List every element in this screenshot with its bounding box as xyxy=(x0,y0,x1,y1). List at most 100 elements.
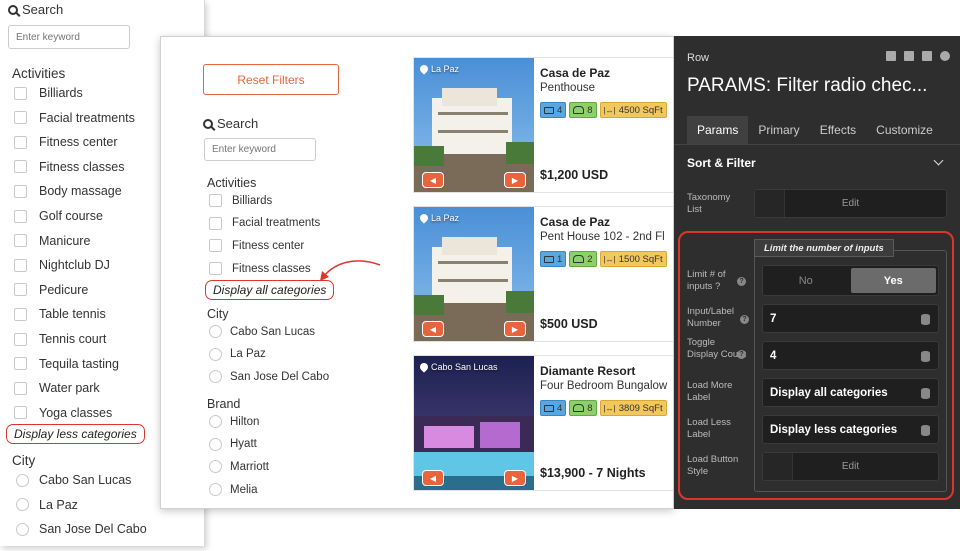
brand-option[interactable]: Marriott xyxy=(209,460,269,474)
city-option[interactable]: Cabo San Lucas xyxy=(16,473,131,487)
sort-filter-section[interactable]: Sort & Filter xyxy=(687,156,756,170)
checkbox[interactable] xyxy=(14,406,27,420)
drag-handle[interactable] xyxy=(763,453,793,480)
duplicate-icon[interactable] xyxy=(904,51,914,61)
checkbox[interactable] xyxy=(14,381,27,395)
checkbox[interactable] xyxy=(14,184,27,198)
keyword-input[interactable] xyxy=(204,138,316,161)
radio-button[interactable] xyxy=(209,460,222,474)
checkbox[interactable] xyxy=(14,234,27,248)
brand-option[interactable]: Hyatt xyxy=(209,437,257,451)
keyword-input[interactable] xyxy=(8,25,130,49)
radio-button[interactable] xyxy=(16,522,29,536)
activity-option[interactable]: Manicure xyxy=(14,234,90,248)
activity-option[interactable]: Billiards xyxy=(14,86,83,100)
checkbox[interactable] xyxy=(14,209,27,223)
activity-option[interactable]: Water park xyxy=(14,381,100,395)
checkbox[interactable] xyxy=(14,135,27,149)
next-photo-button[interactable]: ▶ xyxy=(504,321,526,337)
activity-option[interactable]: Yoga classes xyxy=(14,406,112,420)
limit-yes-option[interactable]: Yes xyxy=(850,268,936,293)
city-option[interactable]: La Paz xyxy=(16,498,78,512)
activity-option[interactable]: Nightclub DJ xyxy=(14,258,110,272)
move-icon[interactable] xyxy=(886,51,896,61)
activity-option[interactable]: Table tennis xyxy=(14,307,106,321)
database-icon[interactable] xyxy=(921,425,930,436)
help-icon[interactable]: ? xyxy=(737,350,746,359)
city-option[interactable]: San Jose Del Cabo xyxy=(16,522,147,536)
checkbox[interactable] xyxy=(14,283,27,297)
checkbox[interactable] xyxy=(209,194,222,207)
radio-button[interactable] xyxy=(209,370,222,384)
display-less-categories-link[interactable]: Display less categories xyxy=(6,424,145,444)
activity-option[interactable]: Facial treatments xyxy=(14,111,135,125)
listing-title[interactable]: Diamante Resort xyxy=(540,364,635,378)
limit-no-option[interactable]: No xyxy=(763,266,849,295)
checkbox[interactable] xyxy=(14,258,27,272)
activity-option[interactable]: Tequila tasting xyxy=(14,357,119,371)
load-more-field[interactable]: Display all categories xyxy=(762,378,939,407)
tab-effects[interactable]: Effects xyxy=(810,116,866,144)
input-number-field[interactable]: 7 xyxy=(762,304,939,333)
city-option[interactable]: La Paz xyxy=(209,347,266,361)
prev-photo-button[interactable]: ◀ xyxy=(422,470,444,486)
tab-params[interactable]: Params xyxy=(687,116,749,144)
activity-option[interactable]: Pedicure xyxy=(14,283,88,297)
checkbox[interactable] xyxy=(14,357,27,371)
next-photo-button[interactable]: ▶ xyxy=(504,470,526,486)
limit-toggle[interactable]: No Yes xyxy=(762,265,939,296)
reset-filters-button[interactable]: Reset Filters xyxy=(203,64,339,95)
listing-title[interactable]: Casa de Paz xyxy=(540,66,610,80)
listing-title[interactable]: Casa de Paz xyxy=(540,215,610,229)
help-icon[interactable]: ? xyxy=(737,277,746,286)
prev-photo-button[interactable]: ◀ xyxy=(422,172,444,188)
checkbox[interactable] xyxy=(209,239,222,253)
database-icon[interactable] xyxy=(921,351,930,362)
drag-handle[interactable] xyxy=(755,190,785,217)
listing-photo[interactable]: La Paz ◀ ▶ xyxy=(414,58,534,192)
activity-option[interactable]: Golf course xyxy=(14,209,103,223)
next-photo-button[interactable]: ▶ xyxy=(504,172,526,188)
city-option[interactable]: Cabo San Lucas xyxy=(209,325,315,338)
load-less-field[interactable]: Display less categories xyxy=(762,415,939,444)
checkbox[interactable] xyxy=(14,332,27,346)
checkbox[interactable] xyxy=(14,307,27,321)
radio-button[interactable] xyxy=(209,437,222,451)
activity-option[interactable]: Fitness classes xyxy=(209,262,311,276)
activity-option[interactable]: Facial treatments xyxy=(209,216,320,230)
checkbox[interactable] xyxy=(14,111,27,125)
taxonomy-edit-button[interactable]: Edit xyxy=(754,189,947,218)
checkbox[interactable] xyxy=(209,216,222,230)
checkbox[interactable] xyxy=(14,86,27,100)
help-icon[interactable]: ? xyxy=(740,315,749,324)
toggle-count-field[interactable]: 4 xyxy=(762,341,939,370)
database-icon[interactable] xyxy=(921,314,930,325)
activity-option[interactable]: Tennis court xyxy=(14,332,106,346)
radio-button[interactable] xyxy=(16,498,29,511)
activity-option[interactable]: Fitness classes xyxy=(14,160,124,174)
prev-photo-button[interactable]: ◀ xyxy=(422,321,444,337)
gear-icon[interactable] xyxy=(940,51,950,61)
checkbox[interactable] xyxy=(209,262,222,276)
listing-card[interactable]: Cabo San Lucas ◀ ▶ Diamante Resort Four … xyxy=(413,355,673,491)
listing-card[interactable]: La Paz ◀ ▶ Casa de Paz Pent House 102 - … xyxy=(413,206,673,342)
activity-option[interactable]: Fitness center xyxy=(209,239,304,253)
checkbox[interactable] xyxy=(14,160,27,174)
radio-button[interactable] xyxy=(16,473,29,487)
radio-button[interactable] xyxy=(209,483,222,497)
city-option[interactable]: San Jose Del Cabo xyxy=(209,370,329,384)
activity-option[interactable]: Billiards xyxy=(209,194,272,207)
listing-photo[interactable]: Cabo San Lucas ◀ ▶ xyxy=(414,356,534,490)
radio-button[interactable] xyxy=(209,347,222,361)
radio-button[interactable] xyxy=(209,415,222,428)
activity-option[interactable]: Body massage xyxy=(14,184,122,198)
delete-icon[interactable] xyxy=(922,51,932,61)
tab-primary[interactable]: Primary xyxy=(748,116,809,144)
load-button-style-edit[interactable]: Edit xyxy=(762,452,939,481)
database-icon[interactable] xyxy=(921,388,930,399)
tab-customize[interactable]: Customize xyxy=(866,116,943,144)
brand-option[interactable]: Melia xyxy=(209,483,257,497)
brand-option[interactable]: Hilton xyxy=(209,415,259,428)
listing-card[interactable]: La Paz ◀ ▶ Casa de Paz Penthouse 4 8 |↔|… xyxy=(413,57,673,193)
listing-photo[interactable]: La Paz ◀ ▶ xyxy=(414,207,534,341)
